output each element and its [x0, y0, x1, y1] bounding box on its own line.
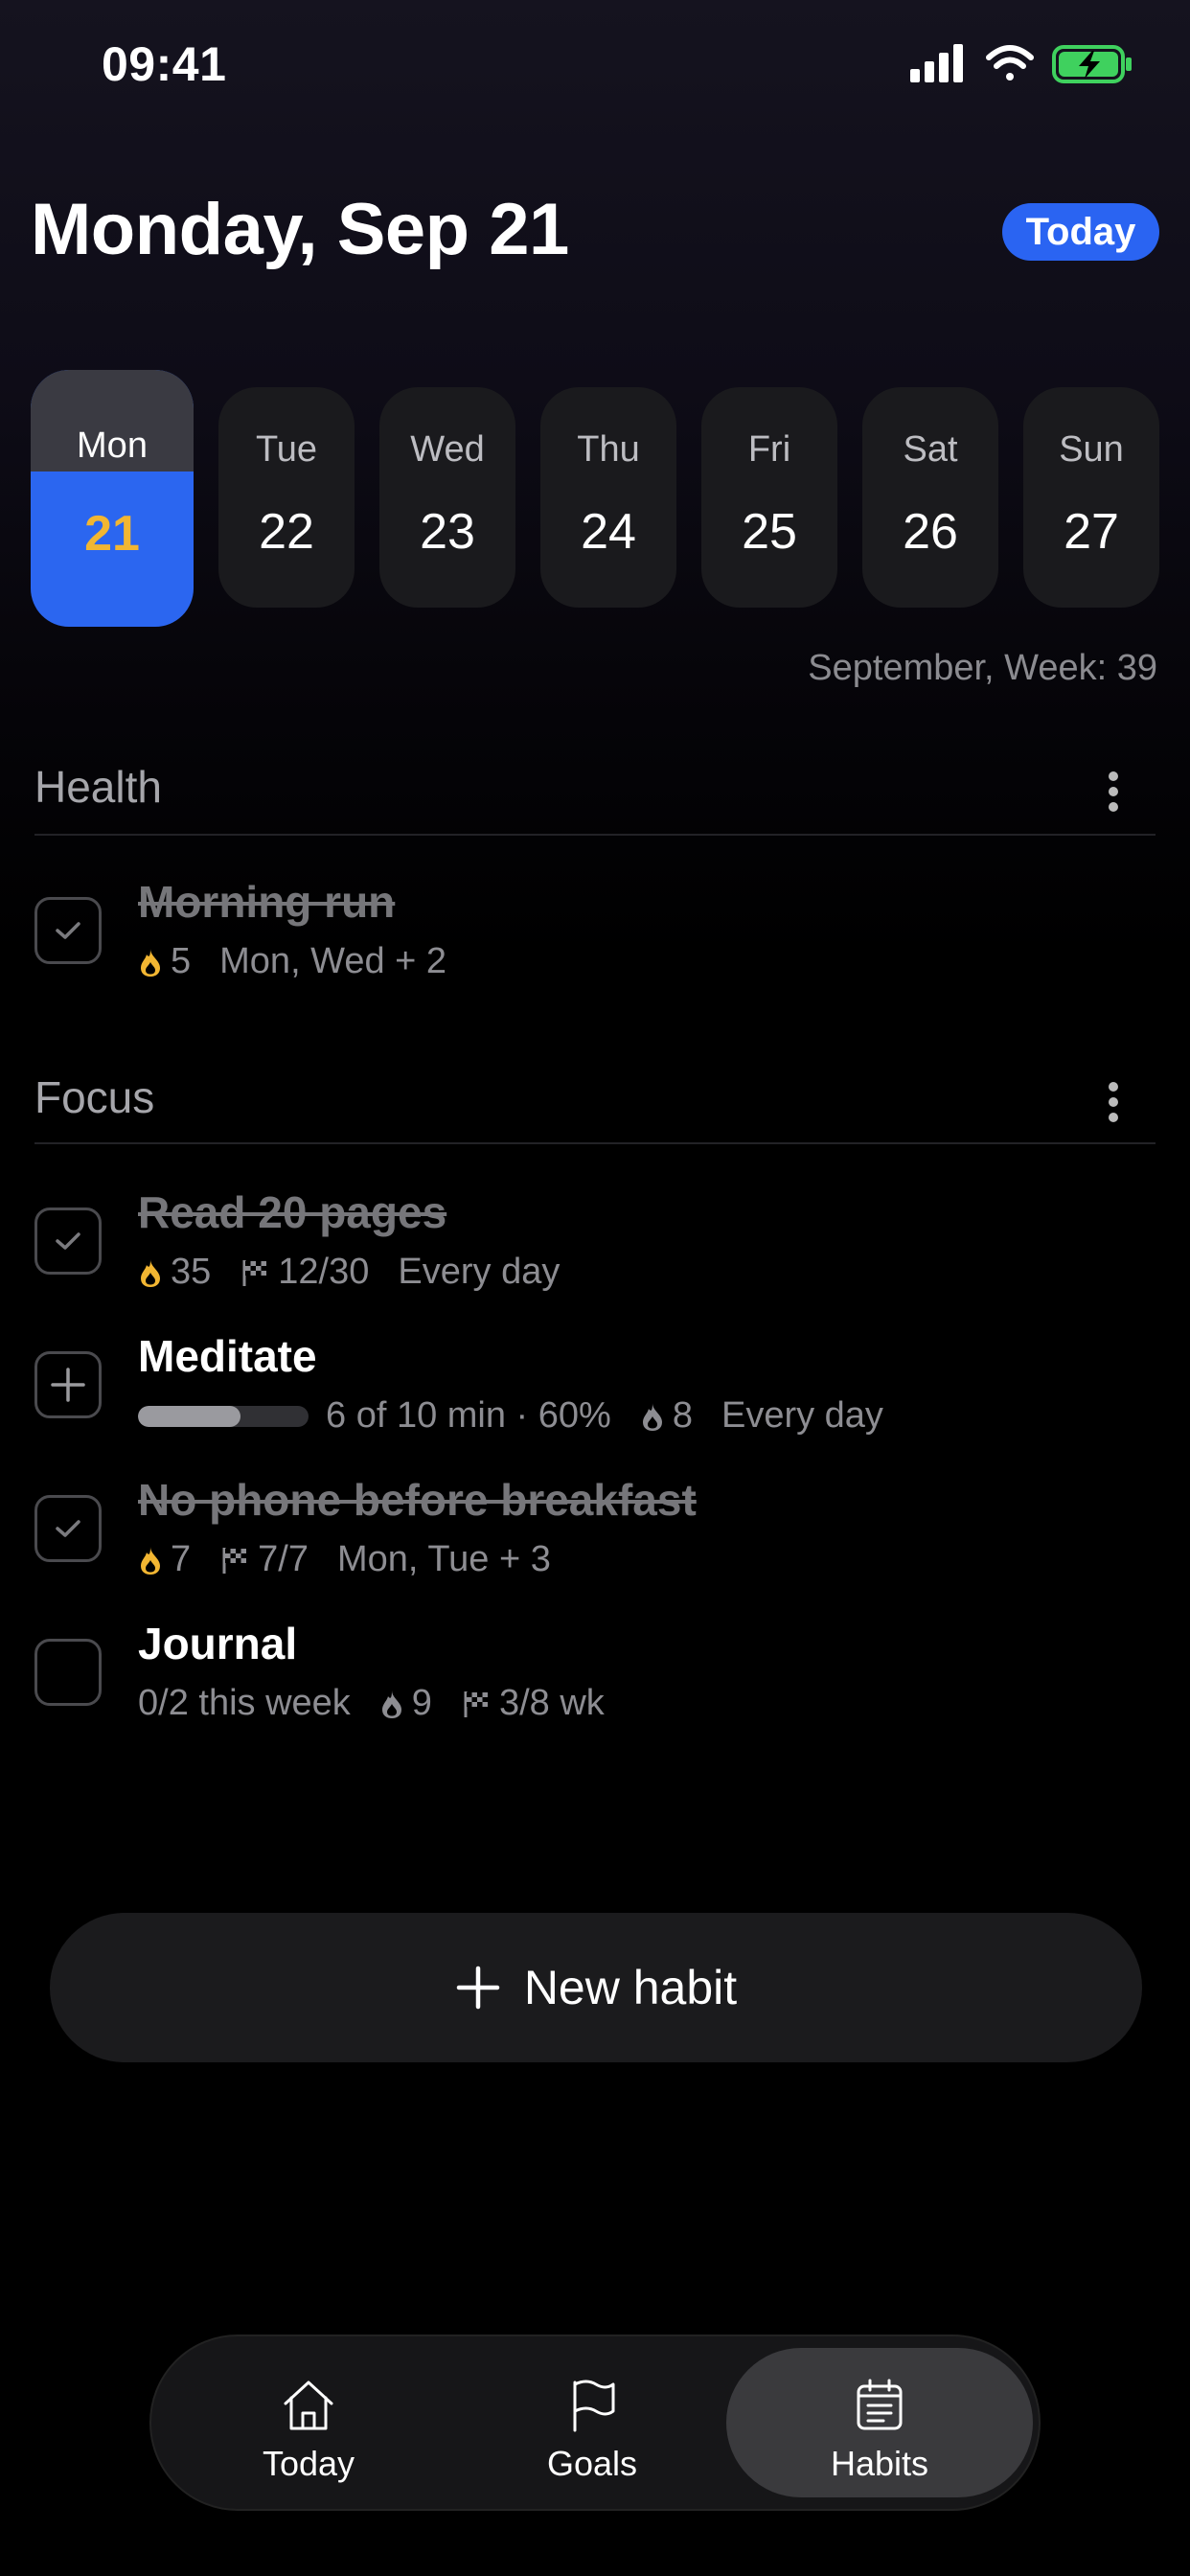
- day-number: 27: [1064, 504, 1119, 560]
- day-name: Thu: [577, 429, 640, 470]
- habit-checkbox-checked[interactable]: [34, 897, 102, 964]
- tab-label: Goals: [546, 2444, 638, 2483]
- habit-title[interactable]: Journal: [138, 1618, 297, 1669]
- check-icon: [56, 922, 80, 939]
- habit-schedule: Mon, Tue + 3: [336, 1539, 551, 1579]
- tab-bar: Today Goals Habits: [149, 2334, 1041, 2511]
- habit-title[interactable]: Morning run: [138, 876, 395, 928]
- habit-schedule: Every day: [721, 1395, 883, 1436]
- habit-meta: 7 7/7 Mon, Tue + 3: [138, 1539, 551, 1580]
- goal-progress: 3/8 wk: [498, 1683, 605, 1723]
- plus-icon: [456, 1966, 500, 2010]
- habit-add-button[interactable]: [34, 1351, 102, 1418]
- streak-count: 8: [672, 1395, 693, 1436]
- home-icon: [284, 2380, 333, 2430]
- goal-flag-icon: [242, 1259, 267, 1286]
- check-icon: [56, 1232, 80, 1250]
- day-name: Wed: [410, 429, 485, 470]
- habit-meta: 35 12/30 Every day: [138, 1252, 560, 1293]
- day-number: 23: [420, 504, 475, 560]
- wifi-icon: [986, 45, 1034, 80]
- today-button[interactable]: Today: [1002, 203, 1159, 261]
- goal-progress: 7/7: [258, 1539, 309, 1579]
- habit-meta: 5 Mon, Wed + 2: [138, 941, 446, 982]
- check-icon: [56, 1520, 80, 1537]
- streak-count: 7: [171, 1539, 192, 1579]
- habit-checkbox-checked[interactable]: [34, 1208, 102, 1275]
- section-menu-icon[interactable]: [1094, 1073, 1133, 1131]
- day-number: 25: [742, 504, 797, 560]
- new-habit-label: New habit: [523, 1961, 738, 2014]
- weekly-progress: 0/2 this week: [138, 1683, 351, 1723]
- habit-title[interactable]: Read 20 pages: [138, 1186, 446, 1238]
- progress-bar: [138, 1405, 309, 1427]
- day-number: 26: [903, 504, 958, 560]
- status-icons: [910, 44, 1132, 83]
- cellular-signal-icon: [910, 44, 963, 82]
- habit-meta: 6 of 10 min · 60% 8 Every day: [138, 1395, 883, 1437]
- habit-schedule: Every day: [398, 1252, 561, 1292]
- section-divider: [34, 1142, 1156, 1144]
- flame-icon: [141, 1258, 160, 1287]
- habit-meta: 0/2 this week 9 3/8 wk: [138, 1683, 605, 1724]
- new-habit-button[interactable]: New habit: [50, 1913, 1142, 2062]
- status-time: 09:41: [102, 37, 227, 91]
- tab-goals[interactable]: Goals: [439, 2348, 745, 2497]
- goal-flag-icon: [222, 1547, 247, 1574]
- flame-icon: [642, 1402, 662, 1431]
- flag-icon: [573, 2380, 615, 2432]
- day-sat[interactable]: Sat 26: [862, 387, 998, 608]
- section-title-focus: Focus: [34, 1072, 155, 1122]
- day-name: Sun: [1059, 429, 1124, 470]
- streak-count: 35: [171, 1252, 212, 1292]
- progress-bar-fill: [138, 1405, 240, 1427]
- section-title-health: Health: [34, 762, 162, 812]
- goal-flag-icon: [464, 1690, 488, 1717]
- habit-title[interactable]: No phone before breakfast: [138, 1474, 697, 1526]
- day-name: Mon: [77, 426, 148, 466]
- habit-schedule: Mon, Wed + 2: [219, 941, 447, 981]
- page-title: Monday, Sep 21: [31, 189, 569, 270]
- habit-checkbox-checked[interactable]: [34, 1495, 102, 1562]
- day-thu[interactable]: Thu 24: [540, 387, 676, 608]
- streak-count: 9: [411, 1683, 432, 1723]
- battery-charging-icon: [1052, 45, 1132, 83]
- tab-label: Today: [262, 2444, 355, 2483]
- habit-checkbox-unchecked[interactable]: [34, 1639, 102, 1706]
- streak-count: 5: [171, 941, 192, 981]
- flame-icon: [381, 1690, 401, 1718]
- habit-title[interactable]: Meditate: [138, 1330, 317, 1382]
- week-label: September, Week: 39: [808, 648, 1157, 688]
- section-divider: [34, 834, 1156, 836]
- day-fri[interactable]: Fri 25: [701, 387, 837, 608]
- day-mon[interactable]: Mon 21: [31, 370, 194, 627]
- plus-icon: [51, 1368, 85, 1402]
- flame-icon: [141, 1546, 160, 1575]
- day-name: Tue: [255, 429, 318, 470]
- tab-habits[interactable]: Habits: [726, 2348, 1033, 2497]
- section-menu-icon[interactable]: [1094, 763, 1133, 820]
- day-sun[interactable]: Sun 27: [1023, 387, 1159, 608]
- day-wed[interactable]: Wed 23: [379, 387, 515, 608]
- day-number: 21: [84, 506, 140, 562]
- flame-icon: [141, 948, 160, 977]
- day-number: 22: [259, 504, 314, 560]
- tab-today[interactable]: Today: [155, 2348, 462, 2497]
- calendar-list-icon: [857, 2379, 903, 2430]
- day-tue[interactable]: Tue 22: [218, 387, 355, 608]
- day-name: Sat: [903, 429, 958, 470]
- progress-text: 6 of 10 min · 60%: [326, 1395, 611, 1436]
- day-number: 24: [581, 504, 636, 560]
- goal-progress: 12/30: [278, 1252, 370, 1292]
- tab-label: Habits: [830, 2444, 929, 2483]
- day-name: Fri: [747, 429, 791, 470]
